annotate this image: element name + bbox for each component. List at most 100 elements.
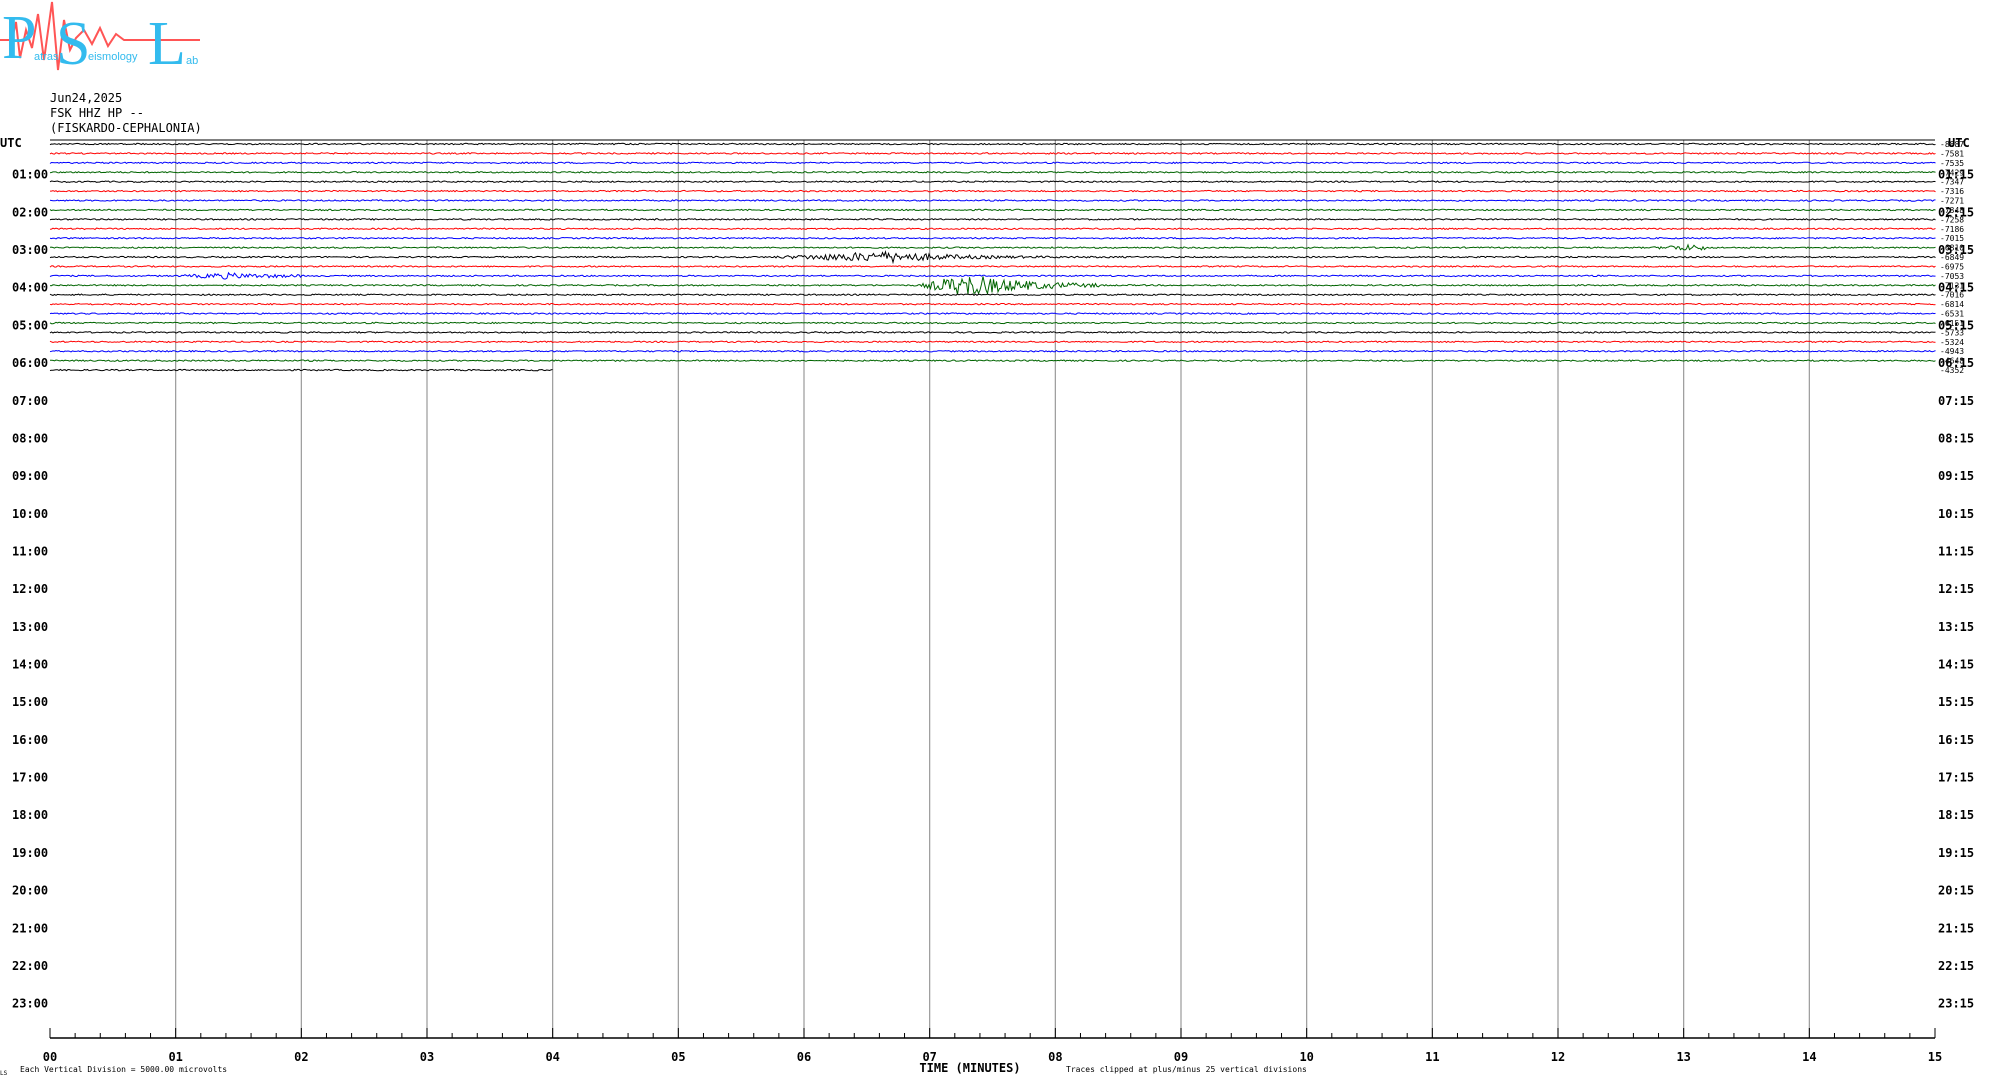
x-tick-label: 03 [420, 1050, 434, 1064]
hour-label-left: 22:00 [12, 959, 48, 973]
hour-label-right: 23:15 [1938, 997, 1974, 1011]
trace-offset-label: -7016 [1940, 291, 1964, 300]
trace-offset-label: -7186 [1940, 225, 1964, 234]
trace-offset-label: -7347 [1940, 178, 1964, 187]
helicorder-chart: UTC UTC01:0002:0003:0004:0005:0006:0007:0… [0, 136, 1974, 1077]
seismic-trace [49, 180, 1936, 184]
hour-label-left: 21:00 [12, 921, 48, 935]
hour-label-left: 17:00 [12, 771, 48, 785]
hour-label-right: 07:15 [1938, 394, 1974, 408]
trace-offset-label: -5733 [1940, 328, 1964, 337]
trace-offset-label: -4648 [1940, 357, 1964, 366]
trace-offset-label: -7348 [1940, 206, 1964, 215]
seismic-trace [49, 276, 1936, 296]
seismic-trace [49, 236, 1936, 240]
x-tick-label: 05 [671, 1050, 685, 1064]
seismic-trace [49, 142, 1936, 146]
x-tick-label: 02 [294, 1050, 308, 1064]
trace-offset-label: -7258 [1940, 215, 1964, 224]
left-axis-title: UTC [0, 136, 22, 150]
hour-label-left: 05:00 [12, 318, 48, 332]
x-tick-label: 11 [1425, 1050, 1439, 1064]
hour-label-left: 11:00 [12, 544, 48, 558]
hour-label-right: 14:15 [1938, 658, 1974, 672]
hour-label-right: 13:15 [1938, 620, 1974, 634]
hour-label-right: 11:15 [1938, 544, 1974, 558]
hour-label-left: 19:00 [12, 846, 48, 860]
seismic-trace [49, 249, 1936, 265]
seismic-trace [49, 161, 1936, 165]
trace-offset-label: -7535 [1940, 159, 1964, 168]
seismic-trace [50, 359, 1936, 363]
hour-label-left: 06:00 [12, 356, 48, 370]
x-axis-label: TIME (MINUTES) [919, 1061, 1020, 1075]
x-tick-label: 01 [168, 1050, 182, 1064]
hour-label-left: 08:00 [12, 431, 48, 445]
x-tick-label: 04 [545, 1050, 559, 1064]
hour-label-right: 15:15 [1938, 695, 1974, 709]
hour-label-left: 02:00 [12, 205, 48, 219]
trace-offset-label: -7271 [1940, 197, 1964, 206]
seismic-trace [49, 271, 1936, 280]
hour-label-right: 08:15 [1938, 431, 1974, 445]
seismic-trace [49, 302, 1936, 306]
trace-offset-label: -6975 [1940, 262, 1964, 271]
hour-label-left: 10:00 [12, 507, 48, 521]
hour-label-left: 09:00 [12, 469, 48, 483]
clip-note: Traces clipped at plus/minus 25 vertical… [1066, 1065, 1307, 1074]
hour-label-right: 12:15 [1938, 582, 1974, 596]
hour-label-left: 15:00 [12, 695, 48, 709]
seismic-trace [49, 218, 1936, 221]
trace-offset-label: -7015 [1940, 234, 1964, 243]
x-tick-label: 08 [1048, 1050, 1062, 1064]
x-tick-label: 00 [43, 1050, 57, 1064]
hour-label-left: 16:00 [12, 733, 48, 747]
hour-label-left: 12:00 [12, 582, 48, 596]
trace-offset-label: -7131 [1940, 281, 1964, 290]
seismic-trace [49, 199, 1936, 202]
hour-label-right: 10:15 [1938, 507, 1974, 521]
trace-offset-label: -5324 [1940, 338, 1964, 347]
hour-label-right: 22:15 [1938, 959, 1974, 973]
hour-label-right: 16:15 [1938, 733, 1974, 747]
trace-offset-label: -6814 [1940, 300, 1964, 309]
hour-label-left: 07:00 [12, 394, 48, 408]
x-tick-label: 06 [797, 1050, 811, 1064]
hour-label-right: 17:15 [1938, 771, 1974, 785]
trace-offset-label: -7053 [1940, 272, 1964, 281]
trace-offset-label: -7581 [1940, 149, 1964, 158]
hour-label-left: 03:00 [12, 243, 48, 257]
hour-label-right: 18:15 [1938, 808, 1974, 822]
hour-label-left: 20:00 [12, 884, 48, 898]
x-tick-label: 15 [1928, 1050, 1942, 1064]
trace-offset-label: -6810 [1940, 244, 1964, 253]
seismic-trace [49, 227, 1936, 231]
trace-offset-label: -4352 [1940, 366, 1964, 375]
seismic-trace [49, 152, 1936, 155]
trace-offset-label: -6531 [1940, 310, 1964, 319]
seismic-trace [49, 265, 1936, 268]
trace-offset-label: -4943 [1940, 347, 1964, 356]
hour-label-left: 04:00 [12, 281, 48, 295]
vertical-division-note: Each Vertical Division = 5000.00 microvo… [20, 1065, 227, 1074]
seismic-trace [49, 243, 1936, 251]
x-tick-label: 09 [1174, 1050, 1188, 1064]
trace-offset-label: -7316 [1940, 187, 1964, 196]
hour-label-right: 09:15 [1938, 469, 1974, 483]
hour-label-right: 19:15 [1938, 846, 1974, 860]
trace-offset-label: -8887 [1940, 140, 1964, 149]
hour-label-left: 01:00 [12, 168, 48, 182]
seismic-trace [49, 349, 1936, 353]
hour-label-right: 20:15 [1938, 884, 1974, 898]
hour-label-left: 14:00 [12, 658, 48, 672]
seismic-trace [49, 321, 1936, 325]
seismic-trace [49, 340, 1936, 344]
x-tick-label: 10 [1299, 1050, 1313, 1064]
seismic-trace [49, 208, 1936, 212]
seismic-trace [49, 331, 1936, 334]
seismic-trace [49, 293, 1936, 297]
corner-mark: LS [0, 1070, 8, 1077]
hour-label-left: 13:00 [12, 620, 48, 634]
hour-label-right: 21:15 [1938, 921, 1974, 935]
x-tick-label: 13 [1676, 1050, 1690, 1064]
